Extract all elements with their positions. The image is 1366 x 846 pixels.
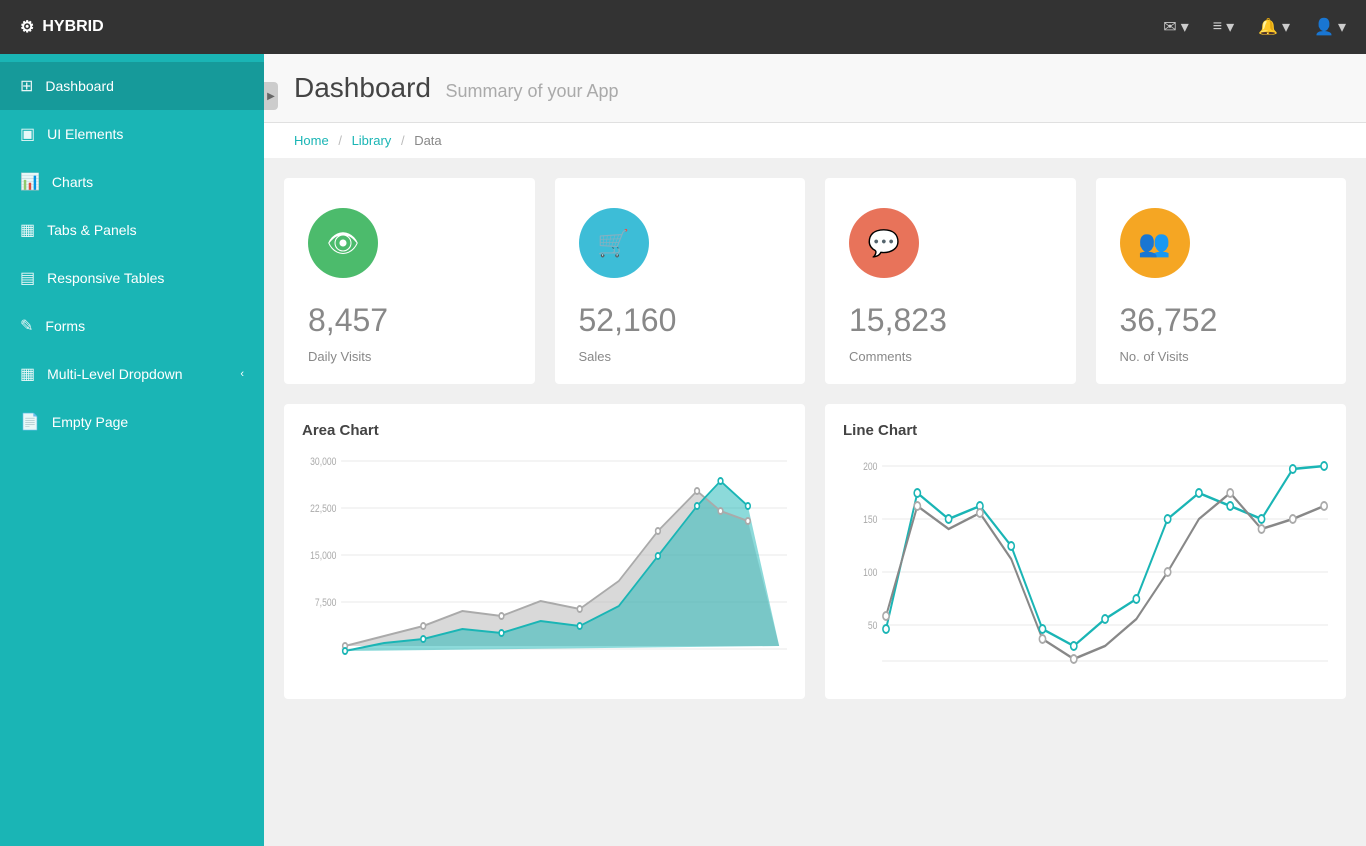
stats-row: 👁 8,457 Daily Visits 🛒 52,160 Sales 💬 15… [264, 158, 1366, 384]
list-icon: ≡ [1213, 18, 1222, 36]
brand-name: HYBRID [42, 18, 103, 36]
comments-label: Comments [849, 349, 1052, 364]
svg-text:7,500: 7,500 [315, 597, 337, 609]
svg-text:200: 200 [863, 461, 878, 473]
sidebar-item-label: Charts [52, 174, 93, 190]
page-header: Dashboard Summary of your App [264, 54, 1366, 123]
breadcrumb-current: Data [414, 133, 441, 148]
bell-button[interactable]: 🔔 ▾ [1258, 17, 1290, 37]
content-area: Dashboard Summary of your App Home / Lib… [264, 54, 1366, 846]
area-chart-svg: 30,000 22,500 15,000 7,500 [302, 451, 787, 681]
sidebar: ▶ ⊞ Dashboard ▣ UI Elements 📊 Charts ▦ T… [0, 54, 264, 846]
sidebar-item-empty-page[interactable]: 📄 Empty Page [0, 398, 264, 446]
brand: ⚙ HYBRID [20, 17, 104, 37]
user-button[interactable]: 👤 ▾ [1314, 17, 1346, 37]
area-chart-card: Area Chart 30,000 22,500 15,000 7,500 [284, 404, 805, 699]
breadcrumb-sep-1: / [338, 133, 342, 148]
topbar: ⚙ HYBRID ✉ ▾ ≡ ▾ 🔔 ▾ 👤 ▾ [0, 0, 1366, 54]
stat-card-daily-visits: 👁 8,457 Daily Visits [284, 178, 535, 384]
multi-level-icon: ▦ [20, 364, 35, 384]
daily-visits-label: Daily Visits [308, 349, 511, 364]
main-layout: ▶ ⊞ Dashboard ▣ UI Elements 📊 Charts ▦ T… [0, 54, 1366, 846]
line-chart-container: 200 150 100 50 [843, 451, 1328, 681]
visits-icon-circle: 👥 [1120, 208, 1190, 278]
bell-icon: 🔔 [1258, 17, 1278, 37]
breadcrumb-sep-2: / [401, 133, 405, 148]
stat-card-sales: 🛒 52,160 Sales [555, 178, 806, 384]
sidebar-item-label: UI Elements [47, 126, 123, 142]
daily-visits-icon-circle: 👁 [308, 208, 378, 278]
sidebar-item-label: Forms [45, 318, 85, 334]
eye-icon: 👁 [326, 228, 359, 259]
svg-text:50: 50 [868, 620, 878, 632]
sidebar-item-dashboard[interactable]: ⊞ Dashboard [0, 62, 264, 110]
area-chart-title: Area Chart [302, 422, 787, 439]
svg-text:15,000: 15,000 [310, 550, 337, 562]
tables-icon: ▤ [20, 268, 35, 288]
page-title: Dashboard [294, 72, 431, 103]
sidebar-item-multi-level[interactable]: ▦ Multi-Level Dropdown ‹ [0, 350, 264, 398]
sidebar-item-ui-elements[interactable]: ▣ UI Elements [0, 110, 264, 158]
list-dropdown-arrow: ▾ [1226, 17, 1234, 37]
page-subtitle: Summary of your App [445, 81, 618, 101]
visits-label: No. of Visits [1120, 349, 1323, 364]
visits-value: 36,752 [1120, 302, 1323, 339]
sidebar-item-tabs-panels[interactable]: ▦ Tabs & Panels [0, 206, 264, 254]
comments-value: 15,823 [849, 302, 1052, 339]
svg-text:150: 150 [863, 514, 878, 526]
group-icon: 👥 [1138, 228, 1170, 259]
sidebar-nav: ⊞ Dashboard ▣ UI Elements 📊 Charts ▦ Tab… [0, 54, 264, 446]
comments-icon-circle: 💬 [849, 208, 919, 278]
comment-icon: 💬 [868, 228, 900, 259]
breadcrumb: Home / Library / Data [264, 123, 1366, 158]
sales-icon-circle: 🛒 [579, 208, 649, 278]
svg-text:100: 100 [863, 567, 878, 579]
sidebar-item-charts[interactable]: 📊 Charts [0, 158, 264, 206]
bell-dropdown-arrow: ▾ [1282, 17, 1290, 37]
ui-elements-icon: ▣ [20, 124, 35, 144]
brand-icon: ⚙ [20, 17, 34, 37]
line-chart-svg: 200 150 100 50 [843, 451, 1328, 681]
mail-dropdown-arrow: ▾ [1181, 17, 1189, 37]
area-chart-container: 30,000 22,500 15,000 7,500 [302, 451, 787, 681]
sidebar-item-forms[interactable]: ✎ Forms [0, 302, 264, 350]
sidebar-item-label: Empty Page [52, 414, 128, 430]
stat-card-comments: 💬 15,823 Comments [825, 178, 1076, 384]
sidebar-item-label: Multi-Level Dropdown [47, 366, 182, 382]
breadcrumb-library[interactable]: Library [352, 133, 392, 148]
line-chart-title: Line Chart [843, 422, 1328, 439]
cart-icon: 🛒 [597, 228, 629, 259]
user-icon: 👤 [1314, 17, 1334, 37]
mail-button[interactable]: ✉ ▾ [1163, 17, 1188, 37]
sidebar-item-responsive-tables[interactable]: ▤ Responsive Tables [0, 254, 264, 302]
list-button[interactable]: ≡ ▾ [1213, 17, 1234, 37]
sales-label: Sales [579, 349, 782, 364]
line-chart-card: Line Chart 200 150 100 50 [825, 404, 1346, 699]
charts-row: Area Chart 30,000 22,500 15,000 7,500 [264, 384, 1366, 719]
sidebar-toggle[interactable]: ▶ [264, 82, 278, 110]
sidebar-item-label: Responsive Tables [47, 270, 164, 286]
forms-icon: ✎ [20, 316, 33, 336]
svg-text:22,500: 22,500 [310, 503, 337, 515]
topbar-icons: ✉ ▾ ≡ ▾ 🔔 ▾ 👤 ▾ [1163, 17, 1346, 37]
tabs-icon: ▦ [20, 220, 35, 240]
breadcrumb-home[interactable]: Home [294, 133, 329, 148]
empty-page-icon: 📄 [20, 412, 40, 432]
daily-visits-value: 8,457 [308, 302, 511, 339]
sidebar-item-label: Tabs & Panels [47, 222, 137, 238]
user-dropdown-arrow: ▾ [1338, 17, 1346, 37]
dashboard-icon: ⊞ [20, 76, 33, 96]
sidebar-item-label: Dashboard [45, 78, 114, 94]
chevron-left-icon: ‹ [240, 368, 244, 380]
svg-text:30,000: 30,000 [310, 456, 337, 468]
sales-value: 52,160 [579, 302, 782, 339]
charts-icon: 📊 [20, 172, 40, 192]
stat-card-no-of-visits: 👥 36,752 No. of Visits [1096, 178, 1347, 384]
mail-icon: ✉ [1163, 17, 1176, 37]
